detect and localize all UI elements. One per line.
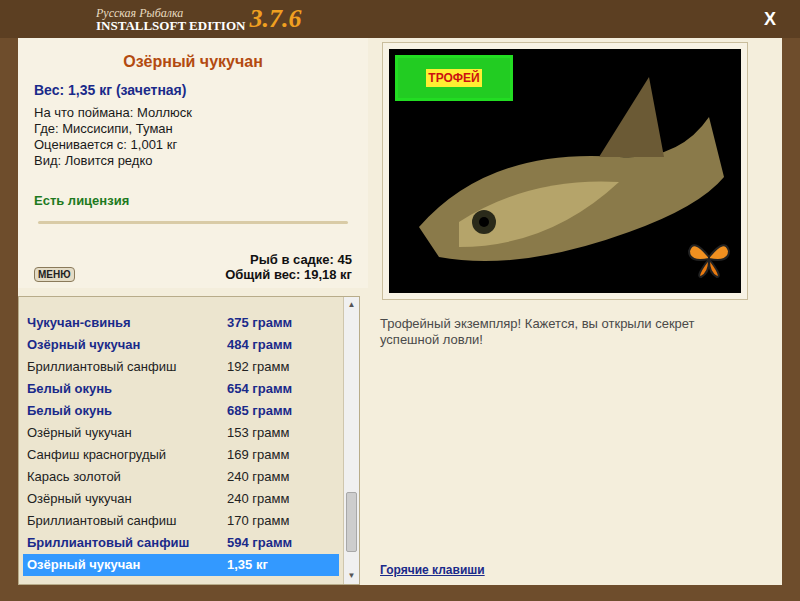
catch-weight: 375 грамм xyxy=(227,313,335,333)
fish-detail: На что поймана: Моллюск xyxy=(34,105,352,121)
catch-name: Озёрный чукучан xyxy=(27,423,227,443)
menu-button[interactable]: МЕНЮ xyxy=(34,267,75,282)
catch-name: Санфиш красногрудый xyxy=(27,445,227,465)
photo-frame: ТРОФЕЙ xyxy=(382,42,748,300)
divider xyxy=(38,221,348,224)
scroll-thumb[interactable] xyxy=(346,492,357,552)
catch-name: Белый окунь xyxy=(27,401,227,421)
logo-version: 3.7.6 xyxy=(249,6,301,32)
keepnet-total: Общий вес: 19,18 кг xyxy=(225,267,352,282)
title-bar: Русская РыбалкаINSTALLSOFT EDITION 3.7.6 X xyxy=(0,0,800,38)
catch-name: Озёрный чукучан xyxy=(27,335,227,355)
hotkeys-link[interactable]: Горячие клавиши xyxy=(380,561,770,579)
catch-row[interactable]: Белый окунь685 грамм xyxy=(23,400,339,422)
catch-name: Озёрный чукучан xyxy=(27,489,227,509)
catch-list: Чукучан-свинья375 граммОзёрный чукучан48… xyxy=(18,296,360,585)
logo: Русская РыбалкаINSTALLSOFT EDITION 3.7.6 xyxy=(96,6,301,32)
fish-weight: Вес: 1,35 кг (зачетная) xyxy=(34,80,352,101)
catch-weight: 594 грамм xyxy=(227,533,335,553)
catch-row[interactable]: Озёрный чукучан484 грамм xyxy=(23,334,339,356)
catch-weight: 240 грамм xyxy=(227,489,335,509)
fish-detail: Вид: Ловится редко xyxy=(34,153,352,169)
catch-name: Чукучан-свинья xyxy=(27,313,227,333)
catch-row[interactable]: Белый окунь654 грамм xyxy=(23,378,339,400)
trophy-badge: ТРОФЕЙ xyxy=(395,55,513,101)
butterfly-icon xyxy=(685,233,733,281)
catch-row[interactable]: Бриллиантовый санфиш192 грамм xyxy=(23,356,339,378)
catch-row[interactable]: Озёрный чукучан240 грамм xyxy=(23,488,339,510)
scrollbar[interactable]: ▲▼ xyxy=(343,297,359,584)
catch-name: Озёрный чукучан xyxy=(27,555,227,575)
message: Трофейный экземпляр! Кажется, вы открыли… xyxy=(380,316,750,348)
game-window: Русская РыбалкаINSTALLSOFT EDITION 3.7.6 X… xyxy=(0,0,800,601)
catch-weight: 654 грамм xyxy=(227,379,335,399)
catch-row[interactable]: Чукучан-свинья375 грамм xyxy=(23,312,339,334)
keepnet-count: Рыб в садке: 45 xyxy=(250,252,352,267)
close-button[interactable]: X xyxy=(760,10,780,28)
catch-weight: 484 грамм xyxy=(227,335,335,355)
license: Есть лицензия xyxy=(34,191,352,211)
catch-weight: 192 грамм xyxy=(227,357,335,377)
catch-row[interactable]: Озёрный чукучан1,35 кг xyxy=(23,554,339,576)
catch-row[interactable]: Карась золотой240 грамм xyxy=(23,466,339,488)
catch-row[interactable]: Санфиш красногрудый169 грамм xyxy=(23,444,339,466)
catch-weight: 1,35 кг xyxy=(227,555,335,575)
catch-row[interactable]: Бриллиантовый санфиш594 грамм xyxy=(23,532,339,554)
catch-name: Белый окунь xyxy=(27,379,227,399)
catch-name: Бриллиантовый санфиш xyxy=(27,357,227,377)
catch-weight: 169 грамм xyxy=(227,445,335,465)
catch-name: Карась золотой xyxy=(27,467,227,487)
fish-detail: Где: Миссисипи, Туман xyxy=(34,121,352,137)
fish-info: Озёрный чукучан Вес: 1,35 кг (зачетная) На… xyxy=(18,38,368,288)
parchment: Озёрный чукучан Вес: 1,35 кг (зачетная) На… xyxy=(18,38,782,585)
scroll-down[interactable]: ▼ xyxy=(344,568,359,584)
catch-weight: 240 грамм xyxy=(227,467,335,487)
fish-photo: ТРОФЕЙ xyxy=(389,49,741,293)
catch-weight: 685 грамм xyxy=(227,401,335,421)
catch-name: Бриллиантовый санфиш xyxy=(27,533,227,553)
fish-detail: Оценивается с: 1,001 кг xyxy=(34,137,352,153)
scroll-up[interactable]: ▲ xyxy=(344,297,359,313)
catch-weight: 153 грамм xyxy=(227,423,335,443)
right-column: ТРОФЕЙ Трофейный экземпляр! Кажется, вы о… xyxy=(368,38,782,585)
logo-title: Русская Рыбалка xyxy=(96,7,245,19)
catch-weight: 170 грамм xyxy=(227,511,335,531)
catch-row[interactable]: Озёрный чукучан153 грамм xyxy=(23,422,339,444)
catch-name: Бриллиантовый санфиш xyxy=(27,511,227,531)
left-column: Озёрный чукучан Вес: 1,35 кг (зачетная) На… xyxy=(18,38,368,585)
fish-name: Озёрный чукучан xyxy=(34,50,352,74)
catch-row[interactable]: Бриллиантовый санфиш170 грамм xyxy=(23,510,339,532)
logo-edition: INSTALLSOFT EDITION xyxy=(96,19,245,32)
